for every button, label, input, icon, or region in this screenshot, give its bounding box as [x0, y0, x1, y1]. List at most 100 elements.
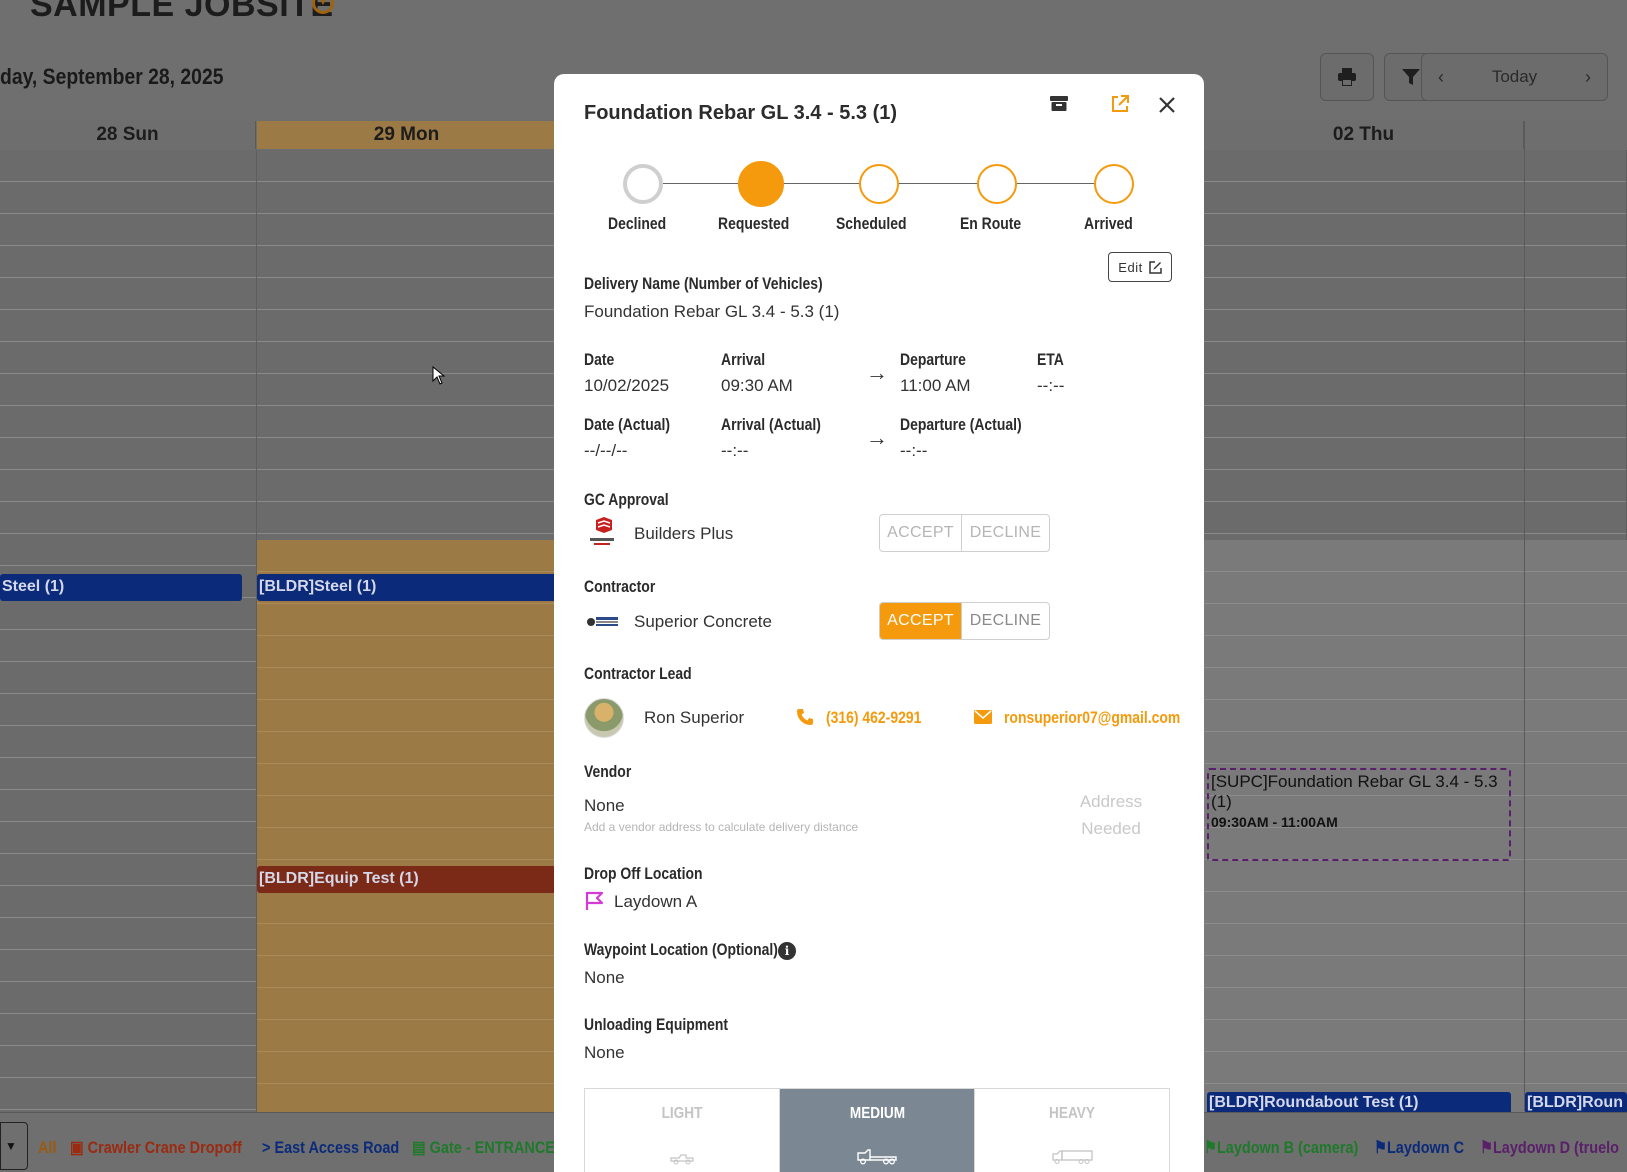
- option-label: LIGHT: [661, 1105, 703, 1122]
- step-declined[interactable]: Declined: [583, 164, 703, 234]
- legend-all[interactable]: All: [38, 1138, 56, 1158]
- event-roundabout-2[interactable]: [BLDR]Roun: [1525, 1092, 1627, 1114]
- legend-east-access-road[interactable]: > East Access Road: [262, 1138, 399, 1158]
- archive-icon: [1050, 96, 1068, 111]
- legend-laydown-c[interactable]: ⚑Laydown C: [1374, 1138, 1464, 1158]
- lead-email-link[interactable]: ronsuperior07@gmail.com: [1004, 708, 1180, 728]
- column-header-mon: 29 Mon: [257, 121, 557, 149]
- open-external-button[interactable]: [1110, 94, 1130, 120]
- date-value: 10/02/2025: [584, 376, 670, 395]
- event-roundabout[interactable]: [BLDR]Roundabout Test (1): [1207, 1092, 1511, 1114]
- contractor-decline-button[interactable]: DECLINE: [962, 603, 1049, 639]
- flag-icon: ⚑: [1204, 1138, 1217, 1157]
- departure-value: 11:00 AM: [900, 376, 971, 395]
- unloading-label: Unloading Equipment: [584, 1015, 729, 1034]
- delivery-name-value: Foundation Rebar GL 3.4 - 5.3 (1): [584, 302, 840, 321]
- crane-icon: ▣: [70, 1138, 84, 1157]
- step-circle: [859, 164, 899, 204]
- date-navigation: ‹ Today ›: [1421, 53, 1608, 101]
- arrow-right-icon: →: [866, 425, 888, 450]
- lead-phone-link[interactable]: (316) 462-9291: [826, 708, 921, 728]
- edit-button[interactable]: Edit: [1108, 252, 1172, 282]
- waypoint-value: None: [584, 968, 625, 987]
- step-circle: [623, 164, 663, 204]
- gc-accept-button[interactable]: ACCEPT: [880, 515, 961, 551]
- arrival-value: 09:30 AM: [721, 376, 793, 395]
- event-steel-sun[interactable]: Steel (1): [0, 574, 242, 601]
- step-requested[interactable]: Requested: [701, 161, 821, 234]
- caret-down-icon: ▼: [5, 1139, 17, 1153]
- step-label: Requested: [717, 214, 789, 233]
- info-icon[interactable]: i: [778, 942, 796, 960]
- legend-crawler-crane[interactable]: ▣ Crawler Crane Dropoff: [70, 1138, 242, 1158]
- pickup-truck-icon: [585, 1145, 779, 1171]
- delivery-detail-modal: Foundation Rebar GL 3.4 - 5.3 (1) Declin…: [554, 74, 1204, 1172]
- step-scheduled[interactable]: Scheduled: [819, 164, 939, 234]
- gc-decline-button[interactable]: DECLINE: [962, 515, 1049, 551]
- modal-title: Foundation Rebar GL 3.4 - 5.3 (1): [584, 102, 898, 124]
- jobsite-title: SAMPLE JOBSITE: [30, 0, 334, 24]
- equipment-light-option[interactable]: LIGHT: [585, 1089, 779, 1172]
- legend-toggle-button[interactable]: ▼: [0, 1122, 28, 1170]
- event-title: [SUPC]Foundation Rebar GL 3.4 - 5.3 (1): [1211, 772, 1498, 811]
- email-icon: [974, 710, 992, 729]
- flag-icon: [585, 891, 604, 910]
- chevron-right-icon[interactable]: ›: [1585, 67, 1591, 88]
- unloading-value: None: [584, 1043, 625, 1062]
- contractor-accept-button[interactable]: ACCEPT: [880, 603, 962, 639]
- print-icon: [1338, 68, 1356, 86]
- vendor-label: Vendor: [584, 762, 632, 781]
- date-actual-label: Date (Actual): [584, 415, 670, 434]
- legend-laydown-d[interactable]: ⚑Laydown D (truelo: [1480, 1138, 1619, 1158]
- arrival-label: Arrival: [721, 350, 766, 369]
- step-label: Arrived: [1084, 214, 1134, 233]
- delivery-name-label: Delivery Name (Number of Vehicles): [584, 274, 823, 293]
- day-column-sun[interactable]: [0, 150, 257, 1112]
- close-button[interactable]: [1158, 96, 1176, 120]
- departure-label: Departure: [900, 350, 966, 369]
- archive-button[interactable]: [1050, 94, 1068, 118]
- day-column-mon-hours[interactable]: [257, 540, 557, 1112]
- builders-plus-logo: [584, 516, 620, 552]
- edit-icon: [1148, 260, 1162, 274]
- gc-approval-label: GC Approval: [584, 490, 669, 509]
- event-foundation-rebar[interactable]: [SUPC]Foundation Rebar GL 3.4 - 5.3 (1) …: [1207, 768, 1511, 861]
- step-label: Scheduled: [836, 214, 907, 233]
- column-header-sun: 28 Sun: [0, 121, 256, 149]
- step-arrived[interactable]: Arrived: [1054, 164, 1174, 234]
- event-steel-mon[interactable]: [BLDR]Steel (1): [257, 574, 557, 601]
- phone-icon: [796, 708, 814, 731]
- equipment-medium-option[interactable]: MEDIUM: [780, 1089, 974, 1172]
- lead-name: Ron Superior: [644, 708, 745, 727]
- arrival-actual-label: Arrival (Actual): [721, 415, 821, 434]
- mouse-cursor-icon: [432, 366, 446, 385]
- today-button[interactable]: Today: [1492, 67, 1537, 87]
- equipment-heavy-option[interactable]: HEAVY: [975, 1089, 1169, 1172]
- superior-concrete-logo: [584, 604, 620, 640]
- arrow-right-icon: →: [866, 360, 888, 385]
- date-actual-value: --/--/--: [584, 441, 628, 460]
- step-circle-active: [738, 161, 784, 207]
- legend-laydown-b[interactable]: ⚑Laydown B (camera): [1204, 1138, 1358, 1158]
- step-circle: [1094, 164, 1134, 204]
- step-en-route[interactable]: En Route: [937, 164, 1057, 234]
- chevron-left-icon[interactable]: ‹: [1438, 67, 1444, 88]
- contractor-company-name: Superior Concrete: [634, 612, 772, 631]
- date-label: Date: [584, 350, 615, 369]
- event-equip-test[interactable]: [BLDR]Equip Test (1): [257, 866, 557, 893]
- contractor-lead-label: Contractor Lead: [584, 664, 692, 683]
- equipment-size-selector: LIGHT MEDIUM HEAVY: [584, 1088, 1170, 1172]
- vendor-hint: Add a vendor address to calculate delive…: [584, 820, 859, 834]
- print-button[interactable]: [1320, 53, 1374, 101]
- eta-value: --:--: [1037, 376, 1065, 395]
- legend-gate-entrance[interactable]: ▤ Gate - ENTRANCE: [412, 1138, 555, 1158]
- vendor-value: None: [584, 796, 625, 815]
- step-label: Declined: [607, 214, 666, 233]
- arrival-actual-value: --:--: [721, 441, 749, 460]
- column-divider: [1524, 121, 1525, 1111]
- semi-truck-icon: [975, 1145, 1169, 1171]
- flatbed-truck-icon: [780, 1145, 974, 1171]
- gc-company-name: Builders Plus: [634, 524, 734, 543]
- avatar: [584, 698, 624, 738]
- external-link-icon: [1112, 95, 1129, 112]
